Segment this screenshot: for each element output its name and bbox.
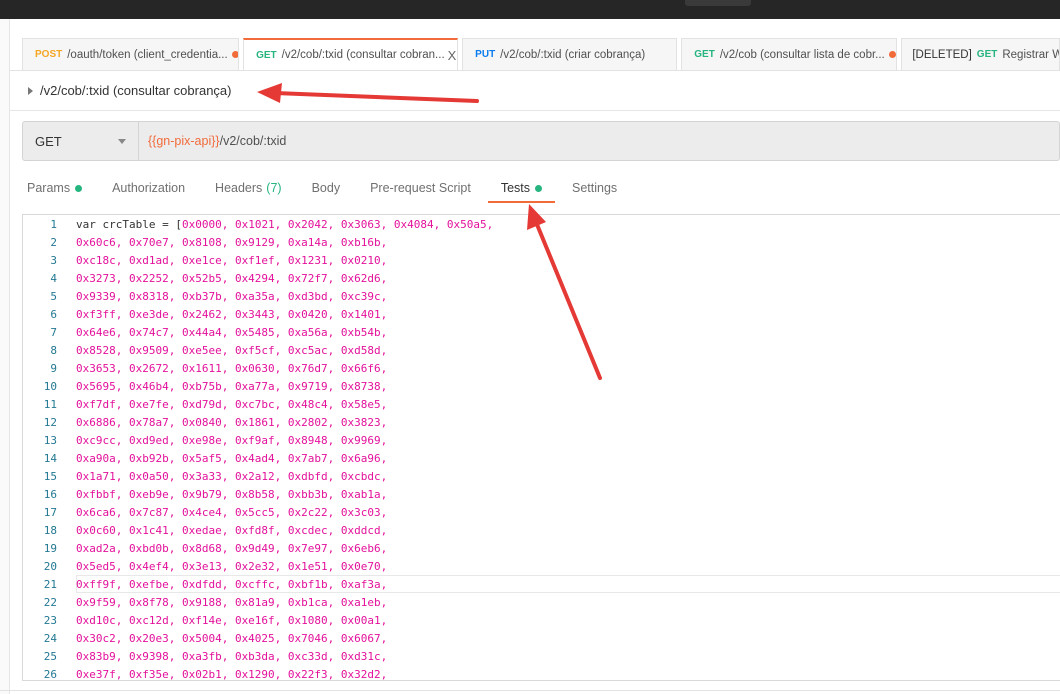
annotation-arrows xyxy=(257,83,602,380)
annotation-arrow-icon xyxy=(257,83,479,103)
annotation-arrow-icon xyxy=(527,204,602,380)
